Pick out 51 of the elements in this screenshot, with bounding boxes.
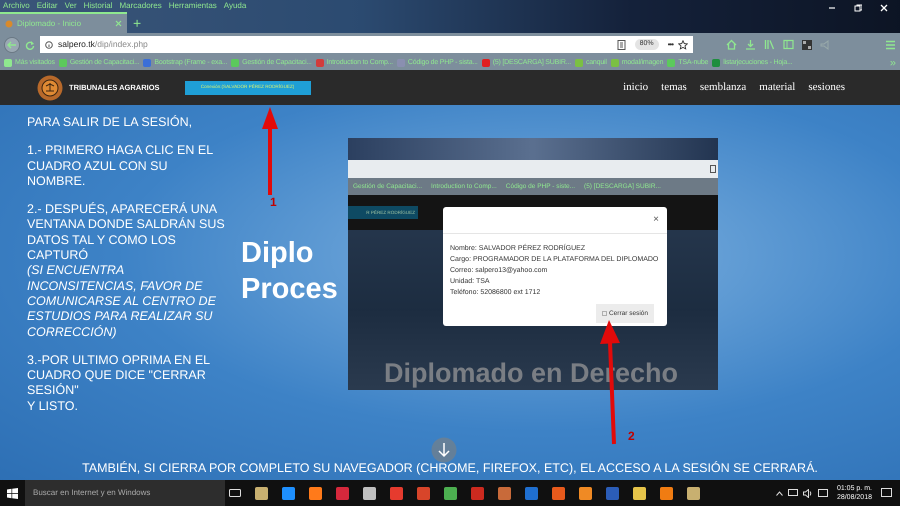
app-icon[interactable] <box>309 486 322 500</box>
app-icon[interactable] <box>687 486 700 500</box>
instruction-paragraph: 2.- DESPUÉS, APARECERÁ UNA VENTANA DONDE SALDRÁN SUS DATOS TAL Y COMO LOS CAPTURÓ (SI ENCUENTRA INCONSITENCIAS, FAVOR DE COMUNICARSE AL CENTRO DE ESTUDIOS PARA REALIZAR SU CORRECCIÓN) <box>27 202 226 340</box>
menu-item[interactable]: Historial <box>84 2 113 10</box>
more-actions-button[interactable]: ••• <box>668 38 673 50</box>
restore-icon[interactable] <box>854 4 862 12</box>
menu-item[interactable]: Ayuda <box>224 2 246 10</box>
menu-item[interactable]: Ver <box>64 2 77 10</box>
hero-title: Proces <box>241 272 338 307</box>
nav-link[interactable]: semblanza <box>700 79 746 96</box>
taskbar-search-field[interactable]: Buscar en Internet y en Windows <box>25 480 225 506</box>
menu-item[interactable]: Archivo <box>3 2 30 10</box>
instruction-paragraph: 3.-POR ULTIMO OPRIMA EN EL CUADRO QUE DICE "CERRAR SESIÓN" Y LISTO. <box>27 352 211 414</box>
info-icon[interactable] <box>45 40 53 48</box>
scroll-down-icon[interactable] <box>431 437 457 463</box>
app-icon[interactable] <box>444 486 457 500</box>
menu-item[interactable]: Editar <box>36 2 58 10</box>
chevron-up-icon[interactable] <box>776 490 783 496</box>
app-icon[interactable] <box>552 486 565 500</box>
app-icon[interactable] <box>255 486 268 500</box>
close-icon[interactable] <box>880 4 888 12</box>
hero-title: Diplo <box>241 236 314 271</box>
nav-link[interactable]: sesiones <box>808 79 845 96</box>
menu-item[interactable]: Marcadores <box>120 2 162 10</box>
instruction-paragraph: 1.- PRIMERO HAGA CLIC EN EL CUADRO AZUL CON SU NOMBRE. <box>27 143 214 190</box>
app-icon[interactable] <box>363 486 376 500</box>
new-tab-button[interactable]: + <box>127 16 148 33</box>
menu-item[interactable]: Herramientas <box>168 2 217 10</box>
annotation-number: 2 <box>628 428 635 445</box>
nav-link[interactable]: temas <box>661 79 687 96</box>
square-icon <box>602 311 607 316</box>
speaker-icon[interactable] <box>802 488 813 498</box>
footer-note: TAMBIÉN, SI CIERRA POR COMPLETO SU NAVEGADOR (CHROME, FIREFOX, ETC), EL ACCESO A LA SESIÓN SE CERRARÁ. <box>81 460 819 477</box>
app-icon[interactable] <box>660 486 673 500</box>
bookmark-star-icon[interactable] <box>678 40 688 50</box>
app-icon[interactable] <box>282 486 295 500</box>
close-button[interactable]: × <box>653 215 659 225</box>
annotation-number: 1 <box>270 194 277 211</box>
url-text: salpero.tk/dip/index.php <box>58 39 148 50</box>
app-icon[interactable] <box>498 486 511 500</box>
back-icon[interactable] <box>4 36 20 52</box>
instruction-paragraph: PARA SALIR DE LA SESIÓN, <box>27 115 194 130</box>
app-icon[interactable] <box>579 486 592 500</box>
task-view-icon[interactable] <box>229 488 241 498</box>
qr-code-icon[interactable] <box>802 40 812 50</box>
tab-favicon-icon <box>5 20 13 28</box>
nav-link[interactable]: inicio <box>623 79 648 96</box>
app-icon[interactable] <box>633 486 646 500</box>
nav-link[interactable]: material <box>759 79 796 96</box>
windows-start-icon[interactable] <box>7 488 18 498</box>
emblem-logo <box>37 74 63 100</box>
